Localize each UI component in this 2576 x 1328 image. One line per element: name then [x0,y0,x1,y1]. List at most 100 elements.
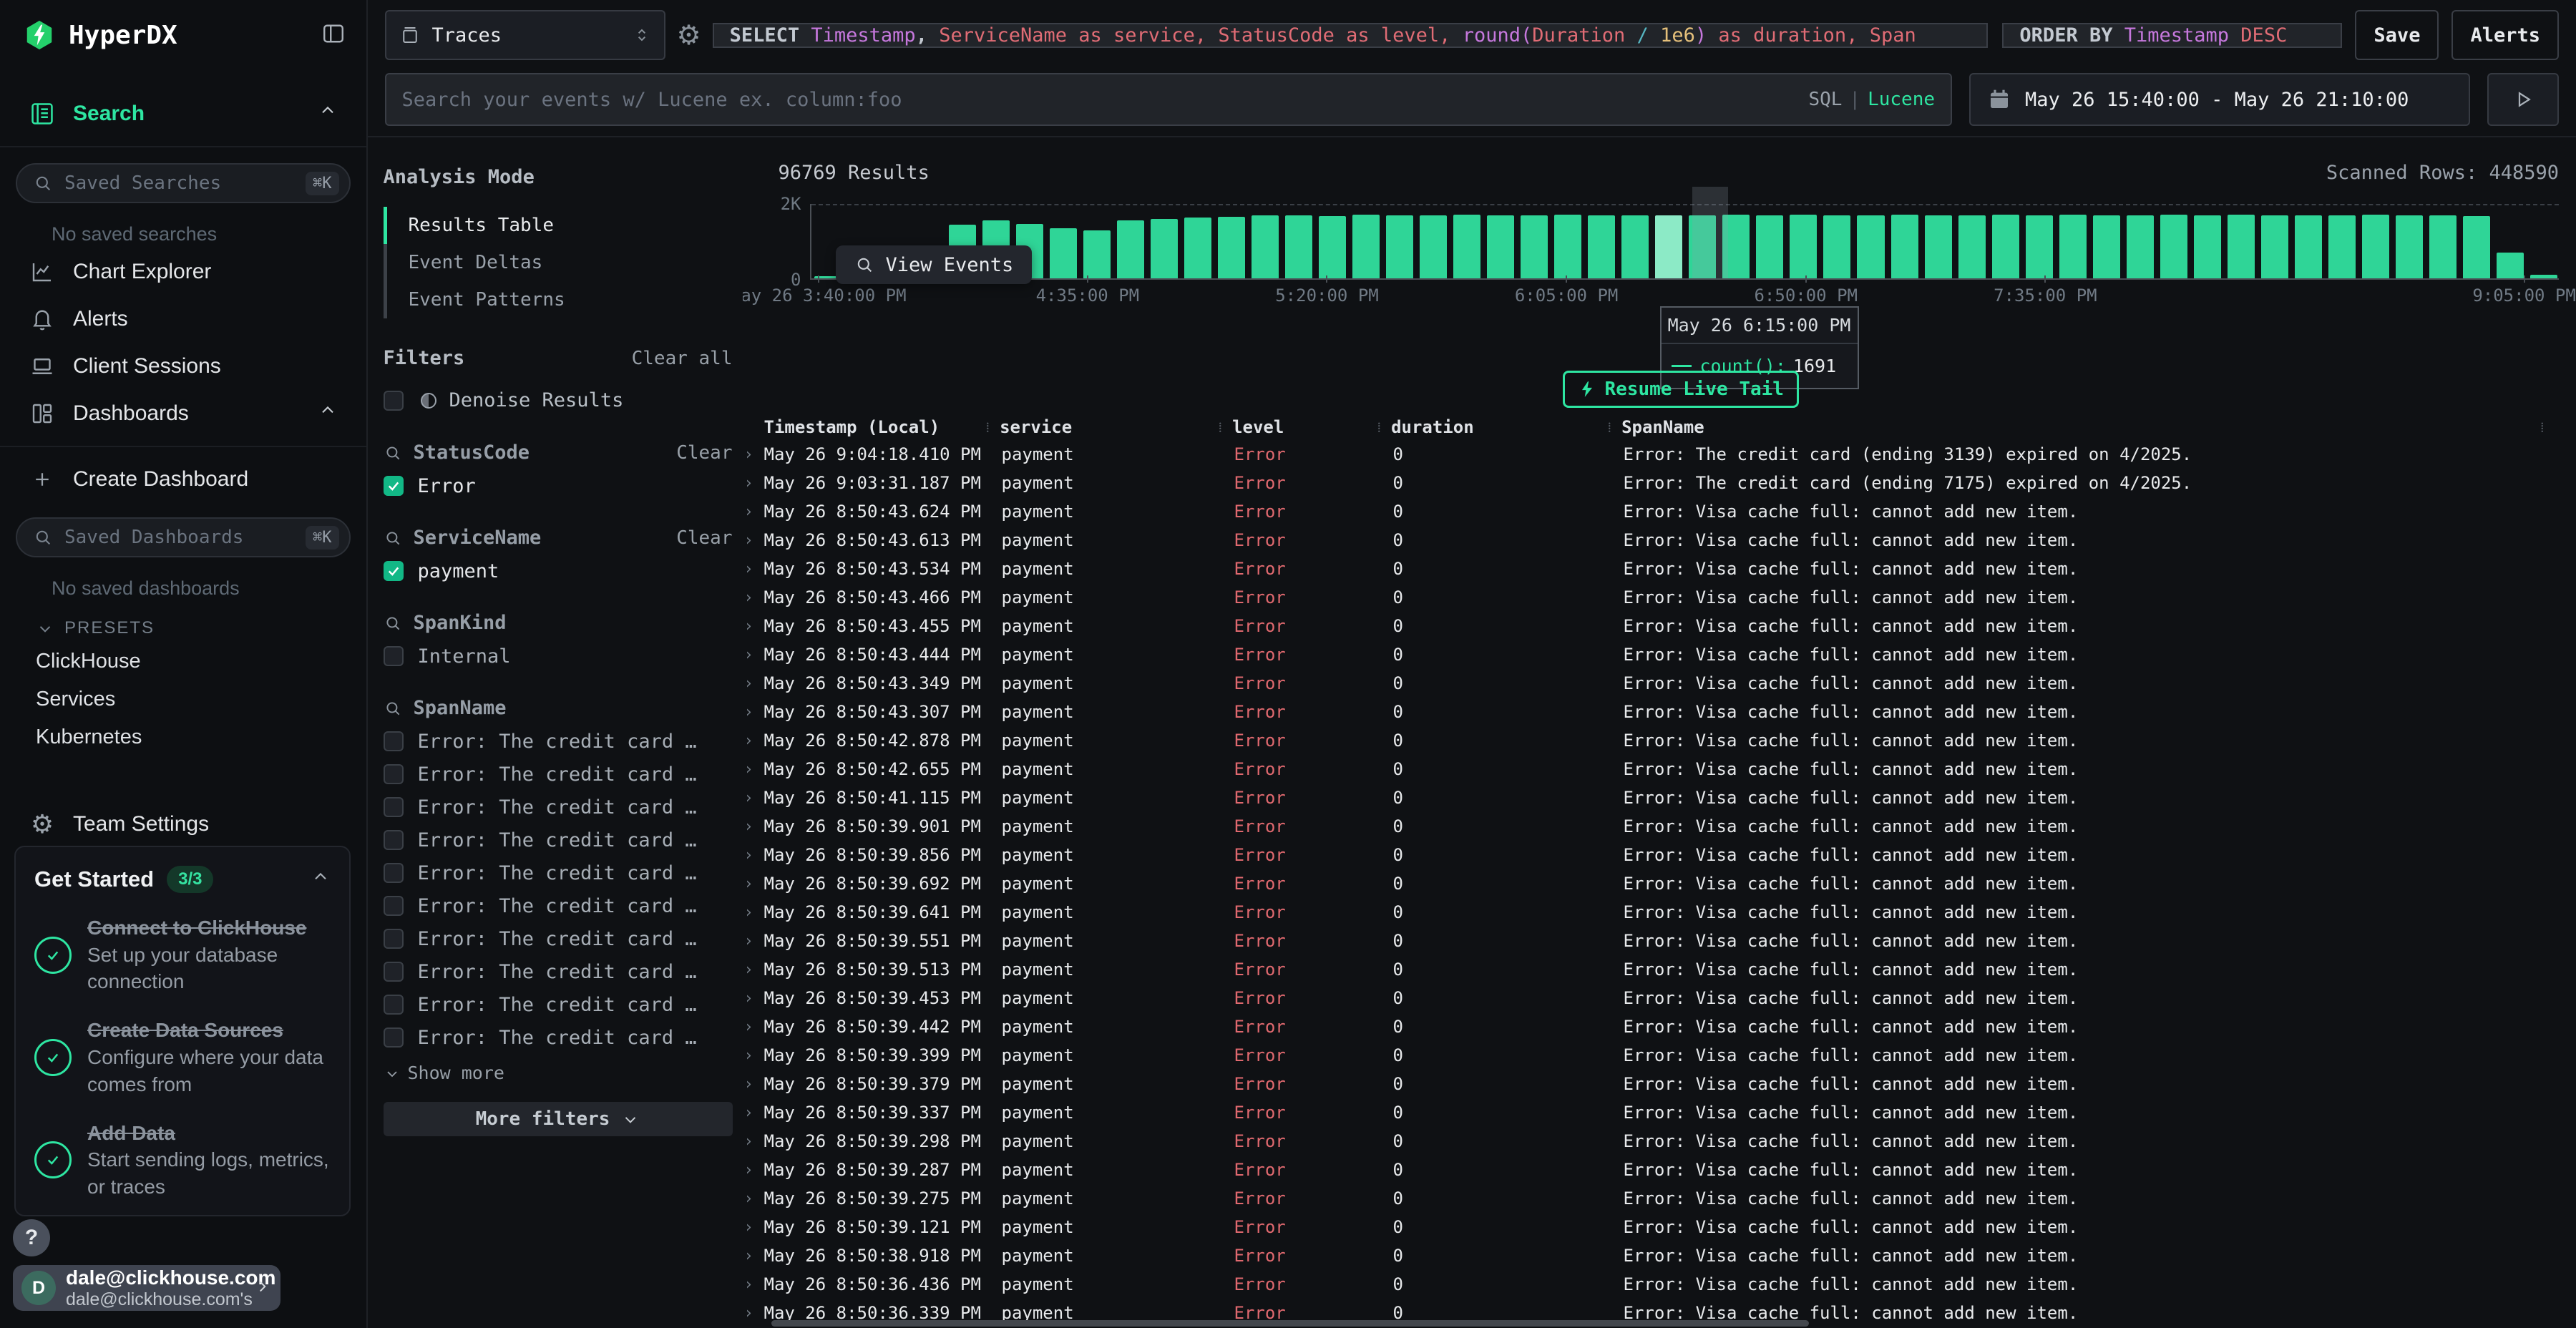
analysis-mode-event-deltas[interactable]: Event Deltas [384,244,733,281]
event-row[interactable]: › May 26 8:50:43.613 PM payment Error 0 … [743,526,2560,555]
denoise-results-toggle[interactable]: Denoise Results [384,389,733,411]
date-range-picker[interactable]: May 26 15:40:00 - May 26 21:10:00 [1969,73,2470,126]
expand-row-icon[interactable]: › [743,503,764,521]
language-sql[interactable]: SQL [1808,89,1842,110]
expand-row-icon[interactable]: › [743,1247,764,1265]
sidebar-item-dashboards[interactable]: Dashboards [7,391,359,436]
saved-dashboards-input[interactable] [64,527,306,548]
order-by-editor[interactable]: ORDER BY Timestamp DESC [2002,23,2342,48]
event-row[interactable]: › May 26 9:04:18.410 PM payment Error 0 … [743,440,2560,469]
expand-row-icon[interactable]: › [743,761,764,778]
preset-kubernetes[interactable]: Kubernetes [0,718,366,756]
filter-option[interactable]: Error [384,475,733,497]
expand-row-icon[interactable]: › [743,1047,764,1065]
saved-searches-search[interactable]: ⌘K [16,163,351,203]
event-row[interactable]: › May 26 8:50:43.444 PM payment Error 0 … [743,640,2560,669]
select-query-editor[interactable]: SELECT Timestamp, ServiceName as service… [713,23,1989,48]
horizontal-scrollbar[interactable] [771,1320,1809,1327]
filter-option[interactable]: Error: The credit card … [384,862,733,884]
clear-all-filters-button[interactable]: Clear all [632,348,733,369]
expand-row-icon[interactable]: › [743,675,764,693]
filter-option[interactable]: Error: The credit card … [384,763,733,785]
event-row[interactable]: › May 26 8:50:42.655 PM payment Error 0 … [743,755,2560,783]
get-started-item[interactable]: Create Data Sources Configure where your… [34,1017,331,1098]
filter-option[interactable]: Error: The credit card … [384,829,733,851]
saved-searches-input[interactable] [64,172,306,194]
filter-option[interactable]: Error: The credit card … [384,928,733,949]
expand-row-icon[interactable]: › [743,1161,764,1179]
checkbox[interactable] [384,929,404,949]
event-row[interactable]: › May 26 8:50:39.513 PM payment Error 0 … [743,955,2560,984]
event-row[interactable]: › May 26 8:50:43.466 PM payment Error 0 … [743,583,2560,612]
filter-option[interactable]: Internal [384,645,733,667]
histogram-plot[interactable] [810,204,2560,280]
saved-dashboards-search[interactable]: ⌘K [16,517,351,557]
get-started-item[interactable]: Connect to ClickHouse Set up your databa… [34,914,331,995]
filter-option[interactable]: Error: The credit card … [384,895,733,917]
filter-option[interactable]: Error: The credit card … [384,1027,733,1048]
user-menu[interactable]: D dale@clickhouse.com dale@clickhouse.co… [13,1265,280,1311]
event-row[interactable]: › May 26 8:50:39.121 PM payment Error 0 … [743,1213,2560,1241]
expand-row-icon[interactable]: › [743,1219,764,1236]
event-row[interactable]: › May 26 8:50:39.692 PM payment Error 0 … [743,869,2560,898]
checkbox[interactable] [384,731,404,751]
event-search[interactable]: SQL|Lucene [385,73,1953,126]
expand-row-icon[interactable]: › [743,474,764,492]
expand-row-icon[interactable]: › [743,990,764,1007]
event-search-input[interactable] [402,89,1809,111]
source-settings-gear-icon[interactable]: ⚙ [677,19,701,52]
sidebar-item-client-sessions[interactable]: Client Sessions [7,344,359,389]
expand-row-icon[interactable]: › [743,846,764,864]
expand-row-icon[interactable]: › [743,904,764,922]
analysis-mode-event-patterns[interactable]: Event Patterns [384,281,733,318]
event-row[interactable]: › May 26 8:50:43.349 PM payment Error 0 … [743,669,2560,698]
event-row[interactable]: › May 26 8:50:39.551 PM payment Error 0 … [743,927,2560,955]
presets-toggle[interactable]: PRESETS [36,618,366,638]
event-row[interactable]: › May 26 9:03:31.187 PM payment Error 0 … [743,469,2560,497]
event-row[interactable]: › May 26 8:50:39.275 PM payment Error 0 … [743,1184,2560,1213]
expand-row-icon[interactable]: › [743,789,764,807]
filter-option[interactable]: payment [384,560,733,582]
expand-row-icon[interactable]: › [743,732,764,750]
expand-row-icon[interactable]: › [743,932,764,950]
event-row[interactable]: › May 26 8:50:39.379 PM payment Error 0 … [743,1070,2560,1098]
event-row[interactable]: › May 26 8:50:39.901 PM payment Error 0 … [743,812,2560,841]
expand-row-icon[interactable]: › [743,646,764,664]
checkbox[interactable] [384,797,404,817]
checkbox[interactable] [384,476,404,496]
sidebar-item-search[interactable]: Search [7,92,359,136]
clear-filter-button[interactable]: Clear [676,442,732,464]
language-toggle[interactable]: SQL|Lucene [1808,89,1935,110]
event-row[interactable]: › May 26 8:50:39.453 PM payment Error 0 … [743,984,2560,1012]
checkbox[interactable] [384,1027,404,1048]
language-lucene[interactable]: Lucene [1868,89,1935,110]
view-events-button[interactable]: View Events [836,245,1033,284]
source-select[interactable]: Traces [385,10,665,60]
expand-row-icon[interactable]: › [743,617,764,635]
event-row[interactable]: › May 26 8:50:43.455 PM payment Error 0 … [743,612,2560,640]
checkbox[interactable] [384,561,404,581]
expand-row-icon[interactable]: › [743,446,764,464]
filter-option[interactable]: Error: The credit card … [384,961,733,982]
expand-row-icon[interactable]: › [743,818,764,836]
expand-row-icon[interactable]: › [743,589,764,607]
event-row[interactable]: › May 26 8:50:39.399 PM payment Error 0 … [743,1041,2560,1070]
preset-clickhouse[interactable]: ClickHouse [0,643,366,680]
collapse-sidebar-icon[interactable] [321,21,346,50]
filter-option[interactable]: Error: The credit card … [384,796,733,818]
event-row[interactable]: › May 26 8:50:42.878 PM payment Error 0 … [743,726,2560,755]
expand-row-icon[interactable]: › [743,1075,764,1093]
event-row[interactable]: › May 26 8:50:41.115 PM payment Error 0 … [743,783,2560,812]
clear-filter-button[interactable]: Clear [676,527,732,549]
expand-row-icon[interactable]: › [743,1104,764,1122]
event-row[interactable]: › May 26 8:50:39.298 PM payment Error 0 … [743,1127,2560,1156]
event-row[interactable]: › May 26 8:50:43.624 PM payment Error 0 … [743,497,2560,526]
sidebar-item-team-settings[interactable]: ⚙ Team Settings [7,802,359,846]
filter-option[interactable]: Error: The credit card … [384,994,733,1015]
checkbox[interactable] [384,896,404,916]
expand-row-icon[interactable]: › [743,560,764,578]
event-row[interactable]: › May 26 8:50:39.641 PM payment Error 0 … [743,898,2560,927]
event-row[interactable]: › May 26 8:50:39.337 PM payment Error 0 … [743,1098,2560,1127]
show-more-button[interactable]: Show more [384,1063,733,1083]
denoise-checkbox[interactable] [384,391,404,411]
